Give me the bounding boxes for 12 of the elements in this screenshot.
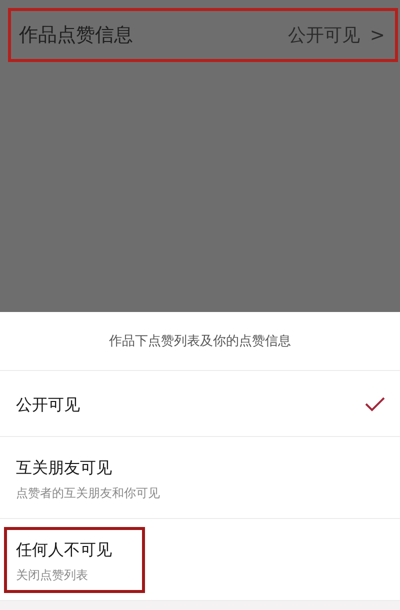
option-description: 点赞者的互关朋友和你可见 xyxy=(16,484,160,502)
setting-value: 公开可见 xyxy=(288,24,360,47)
option-row[interactable]: 互关朋友可见 点赞者的互关朋友和你可见 xyxy=(0,437,400,519)
chevron-icon: > xyxy=(370,24,385,46)
option-label[interactable]: 任何人不可见 xyxy=(16,540,112,560)
setting-label: 作品点赞信息 xyxy=(19,23,134,48)
sheet-title: 作品下点赞列表及你的点赞信息 xyxy=(109,333,291,350)
option-label[interactable]: 互关朋友可见 xyxy=(16,458,160,478)
option-label[interactable]: 公开可见 xyxy=(16,395,80,416)
option-description: 关闭点赞列表 xyxy=(16,566,89,584)
option-row[interactable]: 公开可见 xyxy=(0,371,400,437)
option-row[interactable]: 任何人不可见 关闭点赞列表 xyxy=(0,519,400,601)
